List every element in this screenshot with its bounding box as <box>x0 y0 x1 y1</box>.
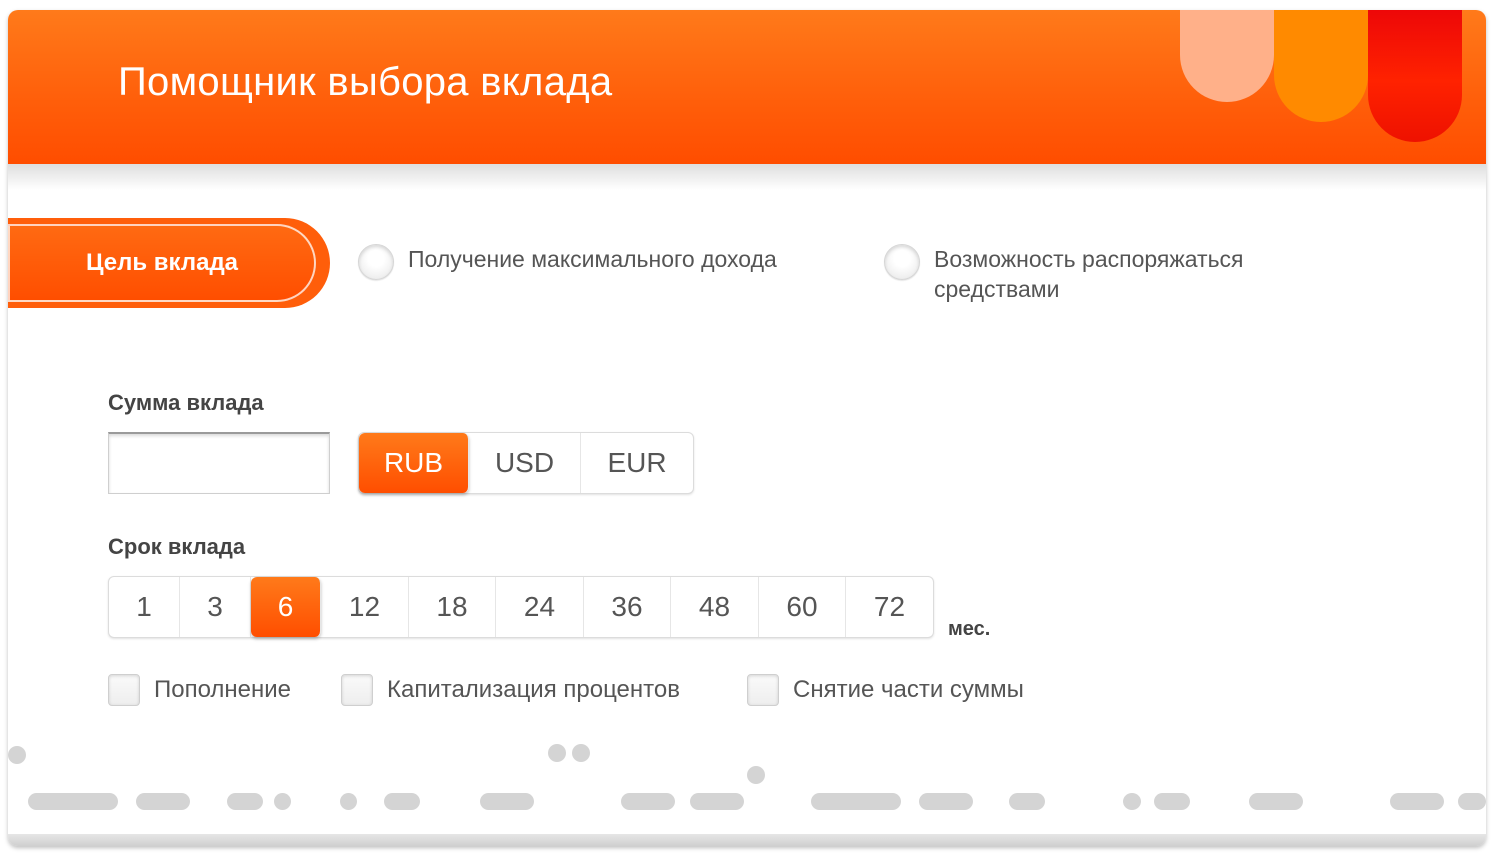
skeleton-bar <box>1009 793 1045 810</box>
goal-option-label: Возможность распоряжаться средствами <box>934 246 1244 302</box>
skeleton-dot <box>548 744 566 762</box>
feature-partial-withdrawal[interactable]: Снятие части суммы <box>747 674 1024 706</box>
term-option-36[interactable]: 36 <box>584 577 671 637</box>
term-option-24[interactable]: 24 <box>496 577 584 637</box>
skeleton-bar <box>1390 793 1444 810</box>
skeleton-dot <box>572 744 590 762</box>
goal-option-label: Получение максимального дохода <box>408 246 777 272</box>
term-option-72[interactable]: 72 <box>846 577 933 637</box>
term-label: Срок вклада <box>108 534 246 559</box>
currency-selector: RUB USD EUR <box>358 432 694 494</box>
amount-label: Сумма вклада <box>108 390 264 415</box>
header-shadow <box>8 164 1486 190</box>
goal-option-access-funds[interactable]: Возможность распоряжаться средствами <box>884 244 1284 304</box>
decor-stripe-red <box>1368 10 1462 142</box>
skeleton-bar <box>1458 793 1486 810</box>
decor-stripe-light <box>1180 10 1274 102</box>
skeleton-bar <box>690 793 744 810</box>
feature-label: Пополнение <box>154 676 292 703</box>
skeleton-bar <box>1249 793 1303 810</box>
skeleton-bar <box>621 793 675 810</box>
radio-button[interactable] <box>884 244 920 280</box>
term-unit-label: мес. <box>948 618 991 640</box>
skeleton-bar <box>919 793 973 810</box>
currency-eur-button[interactable]: EUR <box>581 433 693 493</box>
term-selector: 1 3 6 12 18 24 36 48 60 72 <box>108 576 934 638</box>
term-option-48[interactable]: 48 <box>671 577 759 637</box>
skeleton-bar <box>136 793 190 810</box>
skeleton-bar <box>1154 793 1190 810</box>
term-option-18[interactable]: 18 <box>409 577 496 637</box>
radio-button[interactable] <box>358 244 394 280</box>
skeleton-bar <box>480 793 534 810</box>
term-option-3[interactable]: 3 <box>180 577 251 637</box>
term-option-12[interactable]: 12 <box>321 577 409 637</box>
skeleton-bar <box>384 793 420 810</box>
skeleton-dot <box>274 793 291 810</box>
skeleton-dot <box>1123 793 1141 810</box>
checkbox[interactable] <box>341 674 373 706</box>
term-option-6[interactable]: 6 <box>251 577 321 637</box>
feature-capitalization[interactable]: Капитализация процентов <box>341 674 680 706</box>
term-option-60[interactable]: 60 <box>759 577 846 637</box>
goal-tab: Цель вклада <box>8 218 330 308</box>
deposit-assistant-card: Помощник выбора вклада Цель вклада Получ… <box>8 10 1486 846</box>
goal-tab-label: Цель вклада <box>8 224 316 302</box>
decor-stripe-orange <box>1274 10 1368 122</box>
skeleton-dot <box>8 746 26 764</box>
skeleton-bar <box>811 793 901 810</box>
skeleton-dot <box>340 793 357 810</box>
goal-option-max-income[interactable]: Получение максимального дохода <box>358 244 777 280</box>
skeleton-bar <box>28 793 118 810</box>
feature-label: Капитализация процентов <box>387 676 680 703</box>
currency-rub-button[interactable]: RUB <box>359 433 469 493</box>
checkbox[interactable] <box>108 674 140 706</box>
card-bottom-edge <box>8 834 1486 846</box>
currency-usd-button[interactable]: USD <box>469 433 581 493</box>
term-option-1[interactable]: 1 <box>109 577 180 637</box>
feature-replenishment[interactable]: Пополнение <box>108 674 291 706</box>
checkbox[interactable] <box>747 674 779 706</box>
amount-input[interactable] <box>108 432 330 494</box>
skeleton-dot <box>747 766 765 784</box>
page-title: Помощник выбора вклада <box>118 60 613 104</box>
skeleton-bar <box>227 793 263 810</box>
feature-label: Снятие части суммы <box>793 676 1024 703</box>
header-banner: Помощник выбора вклада <box>8 10 1486 164</box>
